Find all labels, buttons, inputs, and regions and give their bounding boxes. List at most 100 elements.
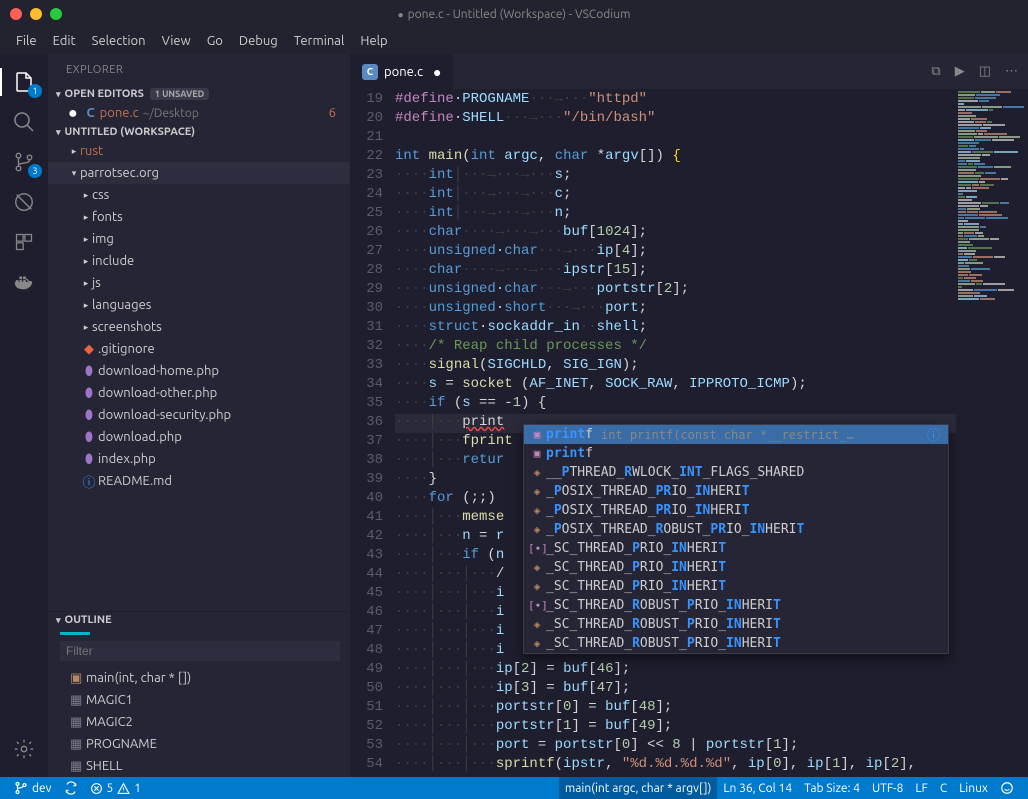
- c-file-icon: C: [82, 106, 100, 120]
- status-feedback[interactable]: [994, 777, 1020, 799]
- autocomplete-item[interactable]: ◈__PTHREAD_RWLOCK_INT_FLAGS_SHARED: [524, 463, 948, 482]
- autocomplete-item[interactable]: ◈_SC_THREAD_PRIO_INHERIT: [524, 577, 948, 596]
- bug-icon: [13, 191, 35, 213]
- folder-screenshots[interactable]: ▸screenshots: [48, 316, 350, 338]
- file-download[interactable]: ⬮download.php: [48, 426, 350, 448]
- folder-img[interactable]: ▸img: [48, 228, 350, 250]
- code-view[interactable]: #define·PROGNAME···→···"httpd" #define·S…: [395, 89, 956, 777]
- constant-icon: ◈: [528, 466, 546, 479]
- folder-rust[interactable]: ▸ rust: [48, 140, 350, 162]
- outline-item-progname[interactable]: ▦PROGNAME: [48, 733, 350, 755]
- autocomplete-item[interactable]: ▣printfint printf(const char *__restrict…: [524, 425, 948, 444]
- outline-item-main[interactable]: ▣main(int, char * []): [48, 667, 350, 689]
- outline-item-shell[interactable]: ▦SHELL: [48, 755, 350, 777]
- menu-edit[interactable]: Edit: [45, 34, 84, 48]
- status-indent[interactable]: Tab Size: 4: [798, 777, 866, 799]
- file-gitignore[interactable]: ◆.gitignore: [48, 338, 350, 360]
- open-editors-header[interactable]: ▾ OPEN EDITORS 1 UNSAVED: [48, 86, 350, 102]
- folder-fonts[interactable]: ▸fonts: [48, 206, 350, 228]
- enum-icon: [∙]: [528, 542, 546, 555]
- autocomplete-item[interactable]: [∙]_SC_THREAD_PRIO_INHERIT: [524, 539, 948, 558]
- outline-header[interactable]: ▾ OUTLINE: [48, 612, 350, 628]
- tab-pone-c[interactable]: C pone.c ●: [350, 54, 454, 89]
- constant-icon: ◈: [528, 504, 546, 517]
- c-file-icon: C: [362, 64, 378, 80]
- status-encoding[interactable]: UTF-8: [866, 777, 909, 799]
- workspace-header[interactable]: ▾ UNTITLED (WORKSPACE): [48, 124, 350, 140]
- autocomplete-item[interactable]: ◈_POSIX_THREAD_PRIO_INHERIT: [524, 501, 948, 520]
- status-position[interactable]: Ln 36, Col 14: [717, 777, 798, 799]
- warning-icon: [117, 782, 130, 795]
- autocomplete-item[interactable]: ◈_POSIX_THREAD_ROBUST_PRIO_INHERIT: [524, 520, 948, 539]
- run-icon[interactable]: ▶: [955, 64, 965, 79]
- autocomplete-item[interactable]: ◈_SC_THREAD_PRIO_INHERIT: [524, 558, 948, 577]
- outline-filter-input[interactable]: [60, 641, 340, 661]
- menu-debug[interactable]: Debug: [231, 34, 286, 48]
- menu-terminal[interactable]: Terminal: [286, 34, 353, 48]
- autocomplete-item[interactable]: ◈_SC_THREAD_ROBUST_PRIO_INHERIT: [524, 615, 948, 634]
- folder-languages[interactable]: ▸languages: [48, 294, 350, 316]
- constant-icon: ◈: [528, 637, 546, 650]
- activity-debug[interactable]: [0, 182, 48, 222]
- scm-badge: 3: [28, 164, 42, 178]
- file-download-security[interactable]: ⬮download-security.php: [48, 404, 350, 426]
- chevron-down-icon: ▾: [56, 89, 61, 100]
- info-icon: ⓘ: [80, 472, 98, 491]
- activity-settings[interactable]: [0, 729, 48, 769]
- file-readme[interactable]: ⓘREADME.md: [48, 470, 350, 492]
- sidebar: EXPLORER ▾ OPEN EDITORS 1 UNSAVED ● C po…: [48, 54, 350, 777]
- status-problems[interactable]: 5 1: [84, 777, 148, 799]
- gear-icon: [13, 738, 35, 760]
- activity-search[interactable]: [0, 102, 48, 142]
- menu-file[interactable]: File: [8, 34, 45, 48]
- outline-item-magic1[interactable]: ▦MAGIC1: [48, 689, 350, 711]
- outline-divider: [60, 632, 90, 635]
- status-eol[interactable]: LF: [909, 777, 933, 799]
- menu-help[interactable]: Help: [352, 34, 395, 48]
- php-icon: ⬮: [80, 386, 98, 401]
- maximize-window-button[interactable]: [50, 8, 62, 20]
- close-window-button[interactable]: [10, 8, 22, 20]
- autocomplete-item[interactable]: ▣printf: [524, 444, 948, 463]
- compare-icon[interactable]: ⧉: [931, 64, 940, 79]
- file-download-home[interactable]: ⬮download-home.php: [48, 360, 350, 382]
- file-download-other[interactable]: ⬮download-other.php: [48, 382, 350, 404]
- chevron-right-icon: ▸: [80, 256, 92, 267]
- status-sync[interactable]: [58, 777, 84, 799]
- status-scope[interactable]: main(int argc, char * argv[]): [559, 777, 717, 799]
- info-icon[interactable]: ⓘ: [923, 425, 944, 444]
- autocomplete-popup[interactable]: ▣printfint printf(const char *__restrict…: [523, 424, 949, 654]
- activity-scm[interactable]: 3: [0, 142, 48, 182]
- status-branch[interactable]: dev: [8, 777, 58, 799]
- php-icon: ⬮: [80, 430, 98, 445]
- status-lang[interactable]: C: [934, 777, 953, 799]
- folder-parrotsec[interactable]: ▾ parrotsec.org: [48, 162, 350, 184]
- menu-go[interactable]: Go: [199, 34, 231, 48]
- status-os[interactable]: Linux: [953, 777, 994, 799]
- minimize-window-button[interactable]: [30, 8, 42, 20]
- constant-icon: ◈: [528, 580, 546, 593]
- constant-icon: ▦: [70, 759, 86, 774]
- folder-include[interactable]: ▸include: [48, 250, 350, 272]
- editor-body[interactable]: 1920212223242526272829303132333435363738…: [350, 89, 1028, 777]
- folder-css[interactable]: ▸css: [48, 184, 350, 206]
- file-index[interactable]: ⬮index.php: [48, 448, 350, 470]
- menu-selection[interactable]: Selection: [84, 34, 154, 48]
- activity-extensions[interactable]: [0, 222, 48, 262]
- outline-item-magic2[interactable]: ▦MAGIC2: [48, 711, 350, 733]
- menu-view[interactable]: View: [154, 34, 199, 48]
- php-icon: ⬮: [80, 452, 98, 467]
- more-icon[interactable]: ⋯: [1005, 64, 1018, 79]
- split-icon[interactable]: ◫: [979, 64, 991, 79]
- folder-js[interactable]: ▸js: [48, 272, 350, 294]
- error-icon: [90, 782, 103, 795]
- activity-docker[interactable]: [0, 262, 48, 302]
- minimap[interactable]: [956, 89, 1028, 777]
- window-controls: [10, 8, 62, 20]
- activity-bar: 1 3: [0, 54, 48, 777]
- autocomplete-item[interactable]: [∙]_SC_THREAD_ROBUST_PRIO_INHERIT: [524, 596, 948, 615]
- autocomplete-item[interactable]: ◈_POSIX_THREAD_PRIO_INHERIT: [524, 482, 948, 501]
- activity-explorer[interactable]: 1: [0, 62, 48, 102]
- open-editor-item[interactable]: ● C pone.c ~/Desktop 6: [48, 102, 350, 124]
- autocomplete-item[interactable]: ◈_SC_THREAD_ROBUST_PRIO_INHERIT: [524, 634, 948, 653]
